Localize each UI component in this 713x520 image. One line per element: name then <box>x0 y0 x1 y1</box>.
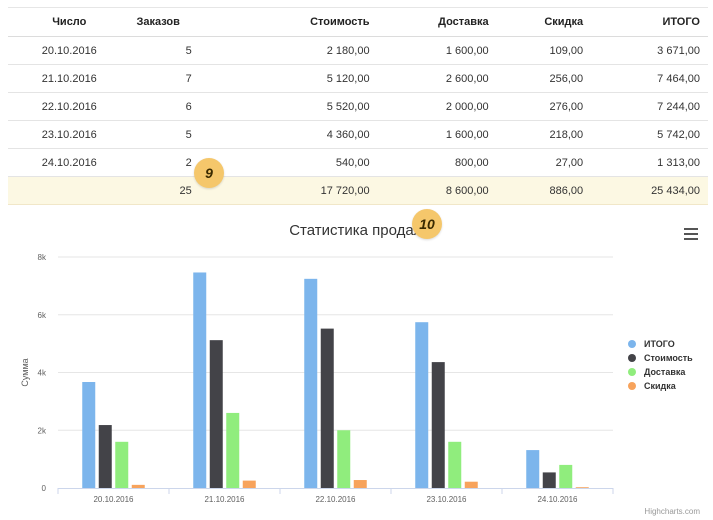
legend-item[interactable]: Стоимость <box>628 351 693 365</box>
cell-delivery: 1 600,00 <box>369 120 489 149</box>
legend-label: ИТОГО <box>644 339 675 349</box>
y-tick-label: 6k <box>38 311 47 320</box>
sales-bar-chart: 0 2k 4k 6k 8k Сумма 20.10.2016 21.10.2016 22.10.… <box>20 253 614 504</box>
legend-label: Доставка <box>644 367 686 377</box>
cell-cost: 5 120,00 <box>193 64 370 93</box>
annotation-badge-9: 9 <box>194 158 224 188</box>
bar-0-1 <box>193 272 207 488</box>
bar-3-3 <box>464 481 478 488</box>
header-date[interactable]: Число <box>8 7 123 37</box>
cell-orders: 7 <box>122 64 194 93</box>
bar-1-0 <box>98 425 112 488</box>
legend-item[interactable]: ИТОГО <box>628 337 693 351</box>
cell-delivery: 1 600,00 <box>369 36 489 65</box>
bar-3-2 <box>353 480 367 488</box>
table-header-row: Число Заказов Стоимость Доставка Скидка … <box>8 7 708 37</box>
bar-3-1 <box>242 480 256 488</box>
bar-3-0 <box>131 484 145 488</box>
cell-orders: 2 <box>122 148 194 177</box>
cell-cost: 2 180,00 <box>193 36 370 65</box>
cell-discount: 256,00 <box>488 64 584 93</box>
cell-discount: 109,00 <box>488 36 584 65</box>
legend-marker <box>628 340 636 348</box>
orders-table: Число Заказов Стоимость Доставка Скидка … <box>8 7 708 205</box>
header-delivery[interactable]: Доставка <box>369 7 489 37</box>
credits-link[interactable]: Highcharts.com <box>644 507 700 516</box>
bar-0-0 <box>82 381 96 488</box>
bar-0-4 <box>526 450 540 488</box>
table-row: 20.10.2016 5 2 180,00 1 600,00 109,00 3 671,0… <box>8 36 708 65</box>
y-tick-label: 0 <box>42 484 47 493</box>
legend-label: Стоимость <box>644 353 693 363</box>
cell-date: 23.10.2016 <box>8 120 123 149</box>
cell-orders: 5 <box>122 36 194 65</box>
cell-delivery: 800,00 <box>369 148 489 177</box>
y-axis-title: Сумма <box>20 358 30 386</box>
total-cell-total: 25 434,00 <box>583 176 708 205</box>
bar-1-4 <box>542 472 556 488</box>
cell-discount: 218,00 <box>488 120 584 149</box>
cell-total: 5 742,00 <box>583 120 708 149</box>
cell-delivery: 2 000,00 <box>369 92 489 121</box>
cell-total: 7 244,00 <box>583 92 708 121</box>
total-cell-delivery: 8 600,00 <box>369 176 489 205</box>
total-cell-date <box>8 176 123 205</box>
cell-date: 21.10.2016 <box>8 64 123 93</box>
cell-discount: 27,00 <box>488 148 584 177</box>
cell-date: 24.10.2016 <box>8 148 123 177</box>
cell-total: 7 464,00 <box>583 64 708 93</box>
bar-0-2 <box>304 278 318 488</box>
cell-date: 20.10.2016 <box>8 36 123 65</box>
bar-2-3 <box>448 441 462 488</box>
bar-2-2 <box>337 430 351 488</box>
x-tick-label: 24.10.2016 <box>537 495 578 504</box>
cell-total: 1 313,00 <box>583 148 708 177</box>
cell-total: 3 671,00 <box>583 36 708 65</box>
cell-orders: 5 <box>122 120 194 149</box>
y-tick-label: 8k <box>38 253 47 262</box>
header-total[interactable]: ИТОГО <box>583 7 708 37</box>
x-tick-label: 22.10.2016 <box>315 495 356 504</box>
chart-legend: ИТОГО Стоимость Доставка Скидка <box>628 337 693 393</box>
bar-2-4 <box>559 464 573 488</box>
cell-cost: 4 360,00 <box>193 120 370 149</box>
legend-marker <box>628 368 636 376</box>
y-tick-label: 4k <box>38 369 47 378</box>
header-cost[interactable]: Стоимость <box>193 7 370 37</box>
x-tick-label: 23.10.2016 <box>426 495 467 504</box>
table-row: 24.10.2016 2 540,00 800,00 27,00 1 313,00 <box>8 148 708 177</box>
table-row: 21.10.2016 7 5 120,00 2 600,00 256,00 7 464,0… <box>8 64 708 93</box>
x-tick-label: 20.10.2016 <box>93 495 134 504</box>
bar-2-0 <box>115 441 129 488</box>
bar-2-1 <box>226 412 240 488</box>
header-orders[interactable]: Заказов <box>122 7 194 37</box>
x-tick-label: 21.10.2016 <box>204 495 245 504</box>
legend-label: Скидка <box>644 381 676 391</box>
legend-item[interactable]: Скидка <box>628 379 693 393</box>
bar-0-3 <box>415 322 429 488</box>
bar-1-3 <box>431 362 445 488</box>
table-row: 22.10.2016 6 5 520,00 2 000,00 276,00 7 244,0… <box>8 92 708 121</box>
y-tick-label: 2k <box>38 426 47 435</box>
legend-item[interactable]: Доставка <box>628 365 693 379</box>
table-total-row: 25 17 720,00 8 600,00 886,00 25 434,00 <box>8 176 708 205</box>
total-cell-discount: 886,00 <box>488 176 584 205</box>
cell-discount: 276,00 <box>488 92 584 121</box>
chart-title: Статистика продаж <box>289 222 424 239</box>
bar-3-4 <box>575 487 589 488</box>
total-cell-orders: 25 <box>122 176 194 205</box>
cell-orders: 6 <box>122 92 194 121</box>
header-discount[interactable]: Скидка <box>488 7 584 37</box>
bar-1-2 <box>320 328 334 488</box>
legend-marker <box>628 354 636 362</box>
annotation-badge-10: 10 <box>412 209 442 239</box>
table-row: 23.10.2016 5 4 360,00 1 600,00 218,00 5 742,0… <box>8 120 708 149</box>
legend-marker <box>628 382 636 390</box>
bar-1-1 <box>209 340 223 488</box>
hamburger-menu-icon[interactable] <box>684 228 698 240</box>
cell-delivery: 2 600,00 <box>369 64 489 93</box>
cell-date: 22.10.2016 <box>8 92 123 121</box>
cell-cost: 5 520,00 <box>193 92 370 121</box>
